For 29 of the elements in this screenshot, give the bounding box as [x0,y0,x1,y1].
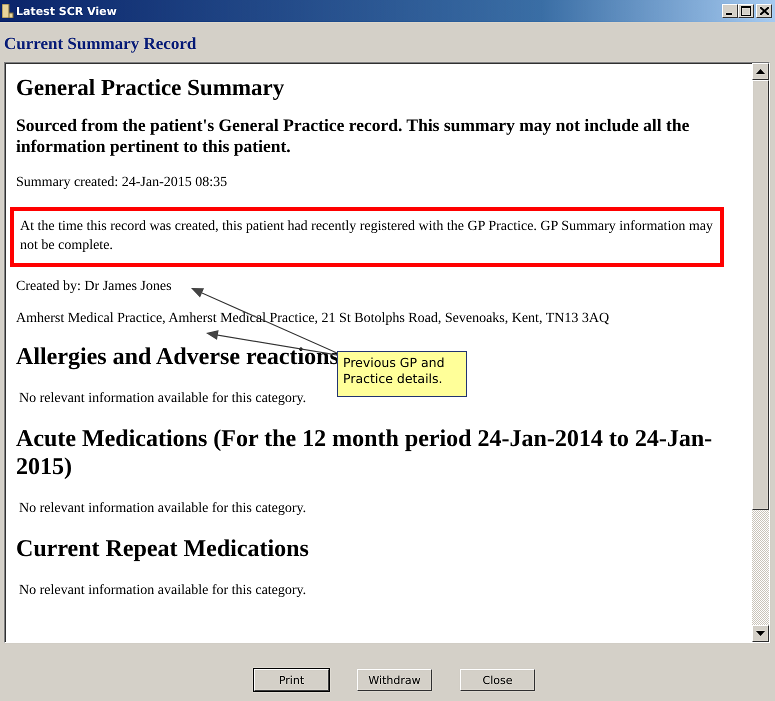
dialog-button[interactable]: Withdraw [357,669,432,691]
maximize-button[interactable] [738,4,754,18]
scroll-thumb[interactable] [752,80,769,510]
callout-note: Previous GP and Practice details. [337,351,467,397]
page-heading: Current Summary Record [3,33,198,55]
dialog-button[interactable]: Print [254,669,329,691]
scroll-up-button[interactable] [752,63,769,80]
section-text: No relevant information available for this category. [19,583,308,599]
up-arrow-icon [756,69,765,74]
intro-text: Sourced from the patient's General Practice record. This summary may not include all the information pertinent to this patient. [16,115,690,157]
close-icon [760,7,768,15]
section-title: Current Repeat Medications [16,535,309,563]
section-title: Allergies and Adverse reactions [16,343,339,371]
section-text: No relevant information available for this category. [19,391,308,407]
close-button[interactable] [756,4,772,18]
scroll-down-button[interactable] [752,625,769,642]
created-date: Summary created: 24-Jan-2015 08:35 [16,175,228,191]
minimize-button[interactable] [722,4,738,18]
down-arrow-icon [756,631,765,636]
notice-text: At the time this record was created, this patient had recently registered with the GP Practice. GP Summary information may not be complete. [10,207,724,267]
window-title: Latest SCR View [16,4,118,18]
record-title: General Practice Summary [16,75,286,101]
section-text: No relevant information available for this category. [19,501,308,517]
app-icon [2,4,14,18]
scrollbar[interactable] [752,63,769,642]
section-title: Acute Medications (For the 12 month period 24-Jan-2014 to 24-Jan-2015) [16,425,714,481]
dialog-button[interactable]: Close [460,669,535,691]
maximize-icon [741,6,751,16]
created-by: Created by: Dr James Jones [16,279,173,295]
